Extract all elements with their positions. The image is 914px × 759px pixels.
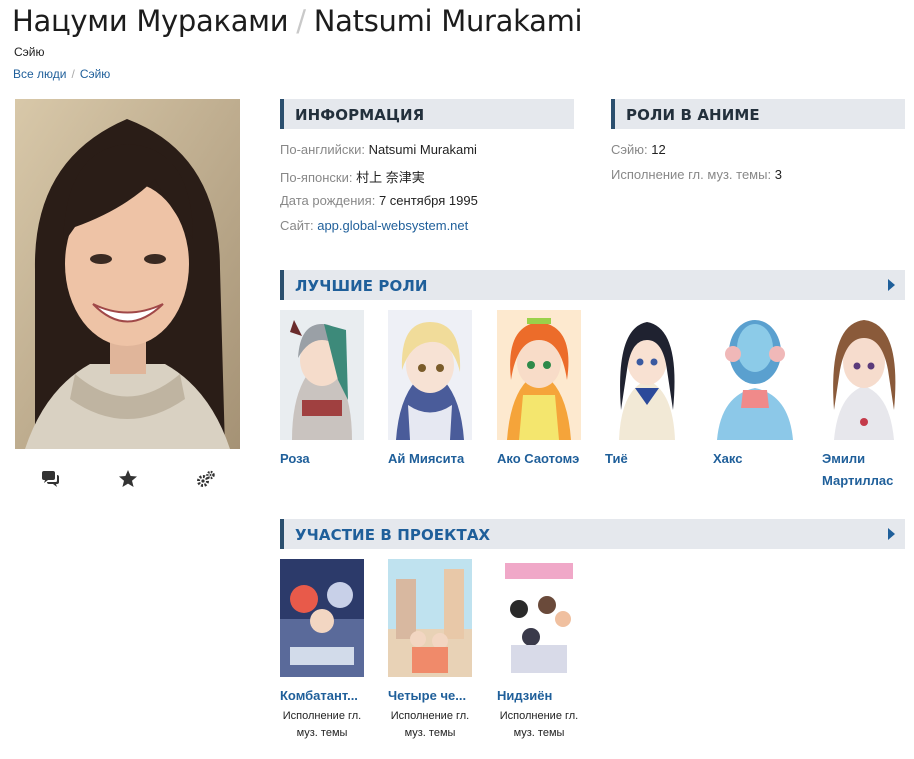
info-row-birthdate: Дата рождения: 7 сентября 1995 bbox=[280, 193, 478, 208]
character-card: Ако Саотомэ bbox=[497, 310, 582, 470]
info-value: Natsumi Murakami bbox=[368, 142, 477, 157]
cogs-icon[interactable] bbox=[195, 468, 217, 490]
person-actions bbox=[15, 468, 240, 490]
project-card: Четыре че... Исполнение гл. муз. темы bbox=[388, 559, 473, 742]
character-card: Роза bbox=[280, 310, 365, 470]
project-poster[interactable] bbox=[388, 559, 472, 677]
project-title[interactable]: Нидзиён bbox=[497, 685, 582, 707]
character-card: Хакс bbox=[713, 310, 798, 470]
character-name[interactable]: Роза bbox=[280, 448, 365, 470]
character-image[interactable] bbox=[388, 310, 472, 440]
character-image[interactable] bbox=[497, 310, 581, 440]
info-label: По-английски: bbox=[280, 142, 365, 157]
page-subtitle: Сэйю bbox=[14, 45, 45, 59]
info-row-website: Сайт: app.global-websystem.net bbox=[280, 218, 468, 233]
info-label: Сайт: bbox=[280, 218, 314, 233]
character-image[interactable] bbox=[822, 310, 906, 440]
comments-icon[interactable] bbox=[40, 468, 62, 490]
anime-roles-row-seiyu: Сэйю: 12 bbox=[611, 142, 666, 157]
info-label: Дата рождения: bbox=[280, 193, 376, 208]
anime-roles-row-theme: Исполнение гл. муз. темы: 3 bbox=[611, 167, 782, 182]
person-photo bbox=[15, 99, 240, 449]
projects-section-header[interactable]: Участие в проектах bbox=[280, 519, 905, 549]
character-name[interactable]: Тиё bbox=[605, 448, 690, 470]
title-english: Natsumi Murakami bbox=[313, 4, 583, 38]
breadcrumb-divider: / bbox=[71, 67, 75, 81]
info-value: 村上 奈津実 bbox=[356, 170, 425, 185]
breadcrumb: Все люди / Сэйю bbox=[13, 67, 110, 81]
project-role: Исполнение гл. муз. темы bbox=[499, 710, 579, 739]
info-label: По-японски: bbox=[280, 170, 353, 185]
project-card: Комбатант... Исполнение гл. муз. темы bbox=[280, 559, 365, 742]
page-title: Нацуми Мураками / Natsumi Murakami bbox=[12, 4, 583, 38]
character-card: Тиё bbox=[605, 310, 690, 470]
character-name[interactable]: Хакс bbox=[713, 448, 798, 470]
title-separator: / bbox=[296, 4, 306, 38]
info-heading: Информация bbox=[295, 106, 425, 124]
anime-roles-label: Исполнение гл. муз. темы: bbox=[611, 167, 772, 182]
project-title[interactable]: Четыре че... bbox=[388, 685, 473, 707]
anime-roles-value: 3 bbox=[774, 167, 782, 182]
title-russian: Нацуми Мураками bbox=[12, 4, 289, 38]
breadcrumb-all-people[interactable]: Все люди bbox=[13, 67, 66, 81]
chevron-right-icon[interactable] bbox=[888, 528, 895, 540]
anime-roles-label: Сэйю: bbox=[611, 142, 648, 157]
anime-roles-section-header: Роли в аниме bbox=[611, 99, 905, 129]
info-section-header: Информация bbox=[280, 99, 574, 129]
project-role: Исполнение гл. муз. темы bbox=[390, 710, 470, 739]
projects-heading[interactable]: Участие в проектах bbox=[295, 526, 490, 544]
project-role: Исполнение гл. муз. темы bbox=[282, 710, 362, 739]
chevron-right-icon[interactable] bbox=[888, 279, 895, 291]
star-icon[interactable] bbox=[117, 468, 139, 490]
character-image[interactable] bbox=[605, 310, 689, 440]
info-value: 7 сентября 1995 bbox=[378, 193, 478, 208]
character-name[interactable]: Эмили Мартиллас bbox=[822, 448, 907, 492]
character-card: Эмили Мартиллас bbox=[822, 310, 907, 492]
project-card: Нидзиён Исполнение гл. муз. темы bbox=[497, 559, 582, 742]
project-poster[interactable] bbox=[280, 559, 364, 677]
info-row-japanese: По-японски: 村上 奈津実 bbox=[280, 167, 425, 186]
project-title[interactable]: Комбатант... bbox=[280, 685, 365, 707]
character-name[interactable]: Ай Миясита bbox=[388, 448, 473, 470]
anime-roles-value: 12 bbox=[651, 142, 666, 157]
character-image[interactable] bbox=[713, 310, 797, 440]
anime-roles-heading: Роли в аниме bbox=[626, 106, 760, 124]
character-card: Ай Миясита bbox=[388, 310, 473, 470]
breadcrumb-seiyu[interactable]: Сэйю bbox=[80, 67, 111, 81]
project-poster[interactable] bbox=[497, 559, 581, 677]
best-roles-section-header[interactable]: Лучшие роли bbox=[280, 270, 905, 300]
website-link[interactable]: app.global-websystem.net bbox=[317, 218, 468, 233]
character-name[interactable]: Ако Саотомэ bbox=[497, 448, 582, 470]
best-roles-heading[interactable]: Лучшие роли bbox=[295, 277, 428, 295]
info-row-english: По-английски: Natsumi Murakami bbox=[280, 142, 477, 157]
character-image[interactable] bbox=[280, 310, 364, 440]
